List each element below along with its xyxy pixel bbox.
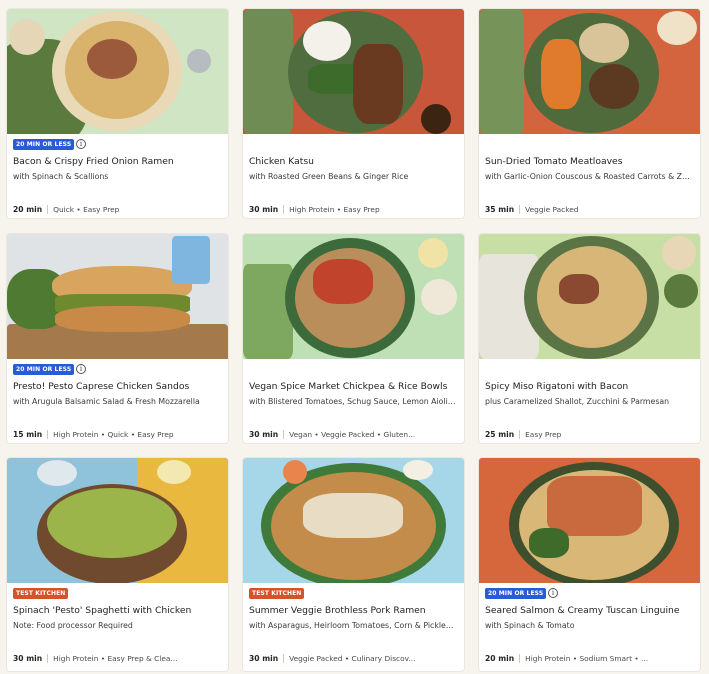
recipe-card[interactable]: 20 MIN OR LESS i Bacon & Crispy Fried On… — [7, 9, 228, 218]
recipe-card[interactable]: 20 MIN OR LESS i Presto! Pesto Caprese C… — [7, 234, 228, 443]
divider — [283, 204, 285, 214]
recipe-title[interactable]: Spinach 'Pesto' Spaghetti with Chicken — [13, 605, 223, 617]
recipe-subtitle: with Spinach & Tomato — [485, 621, 575, 630]
divider — [519, 653, 521, 663]
recipe-grid: 20 MIN OR LESS i Bacon & Crispy Fried On… — [0, 0, 709, 674]
recipe-subtitle: with Arugula Balsamic Salad & Fresh Mozz… — [13, 397, 200, 406]
cook-time: 20 min — [485, 653, 515, 663]
recipe-meta: 20 min Quick • Easy Prep — [13, 204, 221, 214]
recipe-meta: 30 min High Protein • Easy Prep & Clea..… — [13, 653, 221, 663]
recipe-title[interactable]: Summer Veggie Brothless Pork Ramen — [249, 605, 459, 617]
divider — [47, 429, 49, 439]
cook-time: 30 min — [249, 429, 279, 439]
recipe-image — [479, 234, 700, 359]
recipe-title[interactable]: Seared Salmon & Creamy Tuscan Linguine — [485, 605, 695, 617]
recipe-title[interactable]: Bacon & Crispy Fried Onion Ramen — [13, 156, 223, 168]
cook-time: 30 min — [249, 653, 279, 663]
recipe-tags: Vegan • Veggie Packed • Gluten... — [289, 429, 416, 439]
recipe-image — [243, 458, 464, 583]
recipe-image — [7, 234, 228, 359]
info-icon[interactable]: i — [76, 139, 86, 149]
recipe-meta: 30 min High Protein • Easy Prep — [249, 204, 457, 214]
cook-time: 20 min — [13, 204, 43, 214]
recipe-title[interactable]: Spicy Miso Rigatoni with Bacon — [485, 381, 695, 393]
divider — [47, 204, 49, 214]
recipe-subtitle: plus Caramelized Shallot, Zucchini & Par… — [485, 397, 670, 406]
recipe-meta: 25 min Easy Prep — [485, 429, 693, 439]
recipe-meta: 35 min Veggie Packed — [485, 204, 693, 214]
divider — [283, 429, 285, 439]
divider — [47, 653, 49, 663]
recipe-meta: 30 min Veggie Packed • Culinary Discov..… — [249, 653, 457, 663]
recipe-subtitle: with Garlic-Onion Couscous & Roasted Car… — [485, 172, 693, 181]
recipe-meta: 15 min High Protein • Quick • Easy Prep — [13, 429, 221, 439]
recipe-meta: 30 min Vegan • Veggie Packed • Gluten... — [249, 429, 457, 439]
badge: 20 MIN OR LESS — [485, 588, 547, 599]
badge: TEST KITCHEN — [249, 588, 305, 599]
recipe-subtitle: with Spinach & Scallions — [13, 172, 109, 181]
recipe-tags: Veggie Packed • Culinary Discov... — [289, 653, 416, 663]
recipe-card[interactable]: TEST KITCHEN Summer Veggie Brothless Por… — [243, 458, 464, 671]
recipe-image — [7, 9, 228, 134]
recipe-subtitle: with Asparagus, Heirloom Tomatoes, Corn … — [249, 621, 457, 630]
recipe-image — [479, 9, 700, 134]
recipe-card[interactable]: 20 MIN OR LESS i Seared Salmon & Creamy … — [479, 458, 700, 671]
recipe-card[interactable]: Spicy Miso Rigatoni with Bacon plus Cara… — [479, 234, 700, 443]
recipe-image — [7, 458, 228, 583]
recipe-subtitle: with Blistered Tomatoes, Schug Sauce, Le… — [249, 397, 457, 406]
recipe-tags: High Protein • Sodium Smart • ... — [525, 653, 649, 663]
recipe-card[interactable]: Vegan Spice Market Chickpea & Rice Bowls… — [243, 234, 464, 443]
cook-time: 25 min — [485, 429, 515, 439]
recipe-tags: High Protein • Quick • Easy Prep — [53, 429, 174, 439]
recipe-tags: Veggie Packed — [525, 204, 579, 214]
recipe-meta: 20 min High Protein • Sodium Smart • ... — [485, 653, 693, 663]
recipe-card[interactable]: TEST KITCHEN Spinach 'Pesto' Spaghetti w… — [7, 458, 228, 671]
recipe-card[interactable]: Chicken Katsu with Roasted Green Beans &… — [243, 9, 464, 218]
recipe-tags: High Protein • Easy Prep — [289, 204, 380, 214]
recipe-subtitle: with Roasted Green Beans & Ginger Rice — [249, 172, 409, 181]
recipe-image — [243, 9, 464, 134]
divider — [519, 429, 521, 439]
cook-time: 35 min — [485, 204, 515, 214]
recipe-subtitle: Note: Food processor Required — [13, 621, 133, 630]
badge: TEST KITCHEN — [13, 588, 69, 599]
divider — [519, 204, 521, 214]
info-icon[interactable]: i — [548, 588, 558, 598]
cook-time: 15 min — [13, 429, 43, 439]
recipe-tags: High Protein • Easy Prep & Clea... — [53, 653, 178, 663]
info-icon[interactable]: i — [76, 364, 86, 374]
recipe-title[interactable]: Vegan Spice Market Chickpea & Rice Bowls — [249, 381, 459, 393]
recipe-card[interactable]: Sun-Dried Tomato Meatloaves with Garlic-… — [479, 9, 700, 218]
recipe-title[interactable]: Sun-Dried Tomato Meatloaves — [485, 156, 695, 168]
recipe-title[interactable]: Chicken Katsu — [249, 156, 459, 168]
recipe-title[interactable]: Presto! Pesto Caprese Chicken Sandos — [13, 381, 223, 393]
badge: 20 MIN OR LESS — [13, 139, 75, 150]
recipe-image — [479, 458, 700, 583]
cook-time: 30 min — [13, 653, 43, 663]
badge: 20 MIN OR LESS — [13, 364, 75, 375]
cook-time: 30 min — [249, 204, 279, 214]
divider — [283, 653, 285, 663]
recipe-image — [243, 234, 464, 359]
recipe-tags: Quick • Easy Prep — [53, 204, 120, 214]
recipe-tags: Easy Prep — [525, 429, 562, 439]
